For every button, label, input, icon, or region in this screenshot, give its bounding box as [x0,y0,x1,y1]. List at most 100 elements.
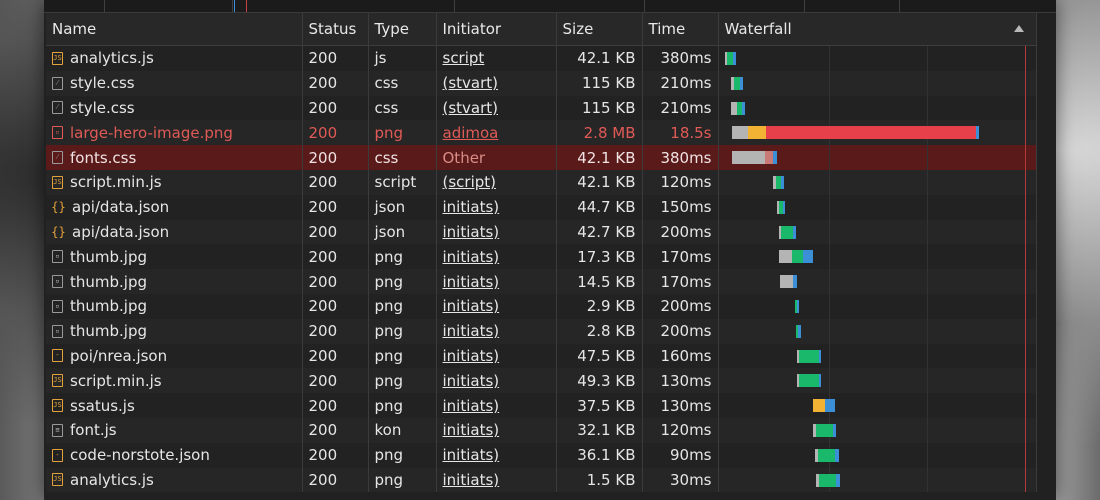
initiator-link[interactable]: initiats) [443,273,500,291]
cell-waterfall[interactable] [718,169,1037,195]
initiator-link[interactable]: initiats) [443,372,500,390]
cell-waterfall[interactable] [718,368,1037,394]
timeline-marker-dom [234,0,235,12]
initiator-link[interactable]: initiats) [443,248,500,266]
cell-name[interactable]: - poi/nrea.json [46,343,303,369]
sort-ascending-icon[interactable] [1013,25,1024,32]
table-row[interactable]: ▫ thumb.jpg 200 png initiats) 2.8 KB 200ms [46,318,1037,344]
table-row[interactable]: JS script.min.js 200 png initiats) 49.3 KB 130… [46,368,1037,394]
initiator-link[interactable]: script [443,49,485,67]
overview-timeline[interactable] [44,0,1056,13]
initiator-link[interactable]: initiats) [443,421,500,439]
cell-initiator[interactable]: initiats) [436,442,557,468]
cell-initiator[interactable]: initiats) [436,343,557,369]
cell-waterfall[interactable] [718,244,1037,270]
table-row[interactable]: ⁄ fonts.css 200 css Other 42.1 KB 380ms [46,145,1037,170]
initiator-link[interactable]: (stvart) [443,74,499,92]
cell-waterfall[interactable] [718,194,1037,220]
cell-initiator[interactable]: initiats) [436,269,557,294]
table-row[interactable]: JS analytics.js 200 js script 42.1 KB 380ms [46,45,1037,71]
cell-initiator[interactable]: (stvart) [436,70,557,96]
cell-initiator[interactable]: initiats) [436,244,557,270]
cell-initiator[interactable]: initiats) [436,293,557,319]
cell-name[interactable]: JS analytics.js [46,467,303,493]
column-header-initiator[interactable]: Initiator [436,13,557,46]
table-row[interactable]: - code-norstote.json 200 png initiats) 36.1 K… [46,442,1037,468]
cell-initiator[interactable]: initiats) [436,194,557,220]
cell-initiator[interactable]: initiats) [436,219,557,245]
cell-waterfall[interactable] [718,219,1037,245]
cell-name[interactable]: JS ssatus.js [46,393,303,418]
cell-name[interactable]: ⁄ style.css [46,95,303,121]
cell-waterfall[interactable] [718,442,1037,468]
cell-waterfall[interactable] [718,70,1037,96]
table-row[interactable]: ▫ thumb.jpg 200 png initiats) 2.9 KB 200ms [46,293,1037,319]
initiator-link[interactable]: initiats) [443,297,500,315]
cell-waterfall[interactable] [718,45,1037,71]
cell-initiator[interactable]: initiats) [436,393,557,418]
cell-initiator[interactable]: adimoa [436,120,557,146]
column-header-type[interactable]: Type [368,13,437,46]
cell-name[interactable]: {} api/data.json [46,219,303,245]
initiator-link[interactable]: initiats) [443,471,500,489]
cell-name[interactable]: ▫ thumb.jpg [46,244,303,270]
cell-name[interactable]: ≡ font.js [46,417,303,443]
table-row[interactable]: {} api/data.json 200 json initiats) 44.7 KB 15… [46,194,1037,220]
initiator-link[interactable]: initiats) [443,198,500,216]
cell-name[interactable]: JS script.min.js [46,169,303,195]
cell-name[interactable]: JS analytics.js [46,45,303,71]
initiator-link[interactable]: initiats) [443,397,500,415]
table-row[interactable]: ▫ thumb.jpg 200 png initiats) 14.5 KB 170ms [46,269,1037,294]
cell-name[interactable]: ⁄ style.css [46,70,303,96]
table-row[interactable]: ⁄ style.css 200 css (stvart) 115 KB 210ms [46,70,1037,96]
cell-initiator[interactable]: (stvart) [436,95,557,121]
cell-name[interactable]: ▫ large-hero-image.png [46,120,303,146]
table-row[interactable]: JS script.min.js 200 script (script) 42.1 KB 1… [46,169,1037,195]
table-row[interactable]: JS ssatus.js 200 png initiats) 37.5 KB 130ms [46,393,1037,418]
cell-name[interactable]: - code-norstote.json [46,442,303,468]
request-name: large-hero-image.png [70,123,233,142]
cell-initiator[interactable]: initiats) [436,417,557,443]
table-row[interactable]: ⁄ style.css 200 css (stvart) 115 KB 210ms [46,95,1037,121]
cell-waterfall[interactable] [718,467,1037,493]
cell-waterfall[interactable] [718,417,1037,443]
initiator-link[interactable]: initiats) [443,223,500,241]
cell-waterfall[interactable] [718,343,1037,369]
column-header-name[interactable]: Name [46,13,303,46]
column-header-waterfall[interactable]: Waterfall [718,13,1037,46]
initiator-link[interactable]: (script) [443,173,497,191]
table-row[interactable]: JS analytics.js 200 png initiats) 1.5 KB 30ms [46,467,1037,493]
column-header-size[interactable]: Size [556,13,643,46]
table-row[interactable]: ▫ large-hero-image.png 200 png adimoa 2.8 MB 1… [46,120,1037,146]
column-header-time[interactable]: Time [642,13,719,46]
table-row[interactable]: - poi/nrea.json 200 png initiats) 47.5 KB 160m… [46,343,1037,369]
cell-name[interactable]: ⁄ fonts.css [46,145,303,170]
column-header-status[interactable]: Status [302,13,369,46]
table-row[interactable]: {} api/data.json 200 json initiats) 42.7 KB 20… [46,219,1037,245]
cell-waterfall[interactable] [718,145,1037,170]
initiator-link[interactable]: adimoa [443,124,499,142]
cell-waterfall[interactable] [718,95,1037,121]
cell-name[interactable]: ▫ thumb.jpg [46,269,303,294]
cell-waterfall[interactable] [718,269,1037,294]
cell-name[interactable]: JS script.min.js [46,368,303,394]
cell-initiator[interactable]: script [436,45,557,71]
cell-waterfall[interactable] [718,393,1037,418]
cell-waterfall[interactable] [718,293,1037,319]
cell-initiator[interactable]: initiats) [436,368,557,394]
waterfall-gridline [828,169,830,195]
initiator-link[interactable]: initiats) [443,446,500,464]
cell-initiator[interactable]: initiats) [436,318,557,344]
cell-waterfall[interactable] [718,318,1037,344]
cell-name[interactable]: {} api/data.json [46,194,303,220]
table-row[interactable]: ▫ thumb.jpg 200 png initiats) 17.3 KB 170ms [46,244,1037,270]
cell-waterfall[interactable] [718,120,1037,146]
initiator-link[interactable]: initiats) [443,347,500,365]
initiator-link[interactable]: initiats) [443,322,500,340]
cell-name[interactable]: ▫ thumb.jpg [46,293,303,319]
cell-initiator[interactable]: (script) [436,169,557,195]
cell-initiator[interactable]: initiats) [436,467,557,493]
cell-name[interactable]: ▫ thumb.jpg [46,318,303,344]
initiator-link[interactable]: (stvart) [443,99,499,117]
table-row[interactable]: ≡ font.js 200 kon initiats) 32.1 KB 120ms [46,417,1037,443]
